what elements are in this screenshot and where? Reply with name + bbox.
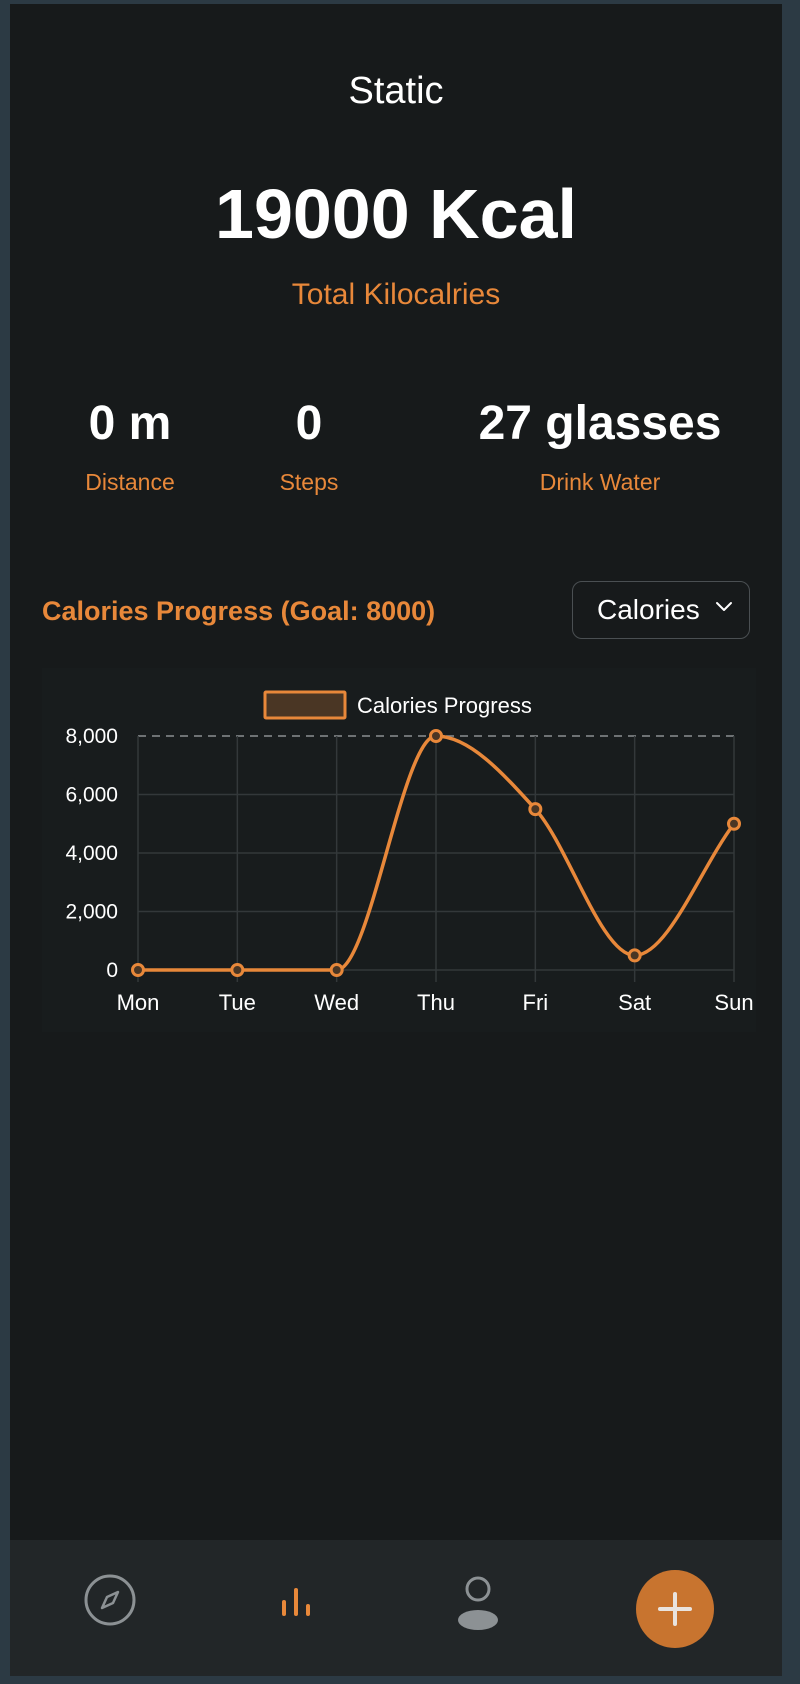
tab-stats[interactable] <box>274 1578 318 1622</box>
chevron-down-icon <box>716 602 732 611</box>
x-tick-label: Sun <box>714 990 753 1015</box>
y-tick-label: 2,000 <box>65 901 118 924</box>
metric-select[interactable]: Calories <box>572 581 750 639</box>
distance-label: Distance <box>85 469 175 495</box>
water-label: Drink Water <box>539 469 661 495</box>
tab-explore[interactable] <box>82 1572 138 1628</box>
data-point <box>329 963 344 977</box>
water-value: 27 glasses <box>478 397 722 450</box>
data-point <box>429 729 443 743</box>
total-kcal-value: 19000 Kcal <box>215 175 577 253</box>
stat-steps: 0 Steps <box>249 396 369 496</box>
bottom-tab-bar <box>10 1540 782 1676</box>
x-tick-label: Sat <box>618 990 651 1015</box>
y-tick-label: 8,000 <box>65 725 118 748</box>
legend-label: Calories Progress <box>357 693 532 718</box>
x-tick-label: Wed <box>314 990 359 1015</box>
add-button[interactable] <box>636 1570 714 1648</box>
y-tick-label: 6,000 <box>65 784 118 807</box>
x-tick-label: Mon <box>117 990 160 1015</box>
data-point <box>627 948 642 963</box>
steps-label: Steps <box>279 469 339 495</box>
x-tick-label: Tue <box>219 990 256 1015</box>
x-tick-label: Fri <box>523 990 549 1015</box>
x-tick-label: Thu <box>417 990 455 1015</box>
stat-water: 27 glasses Drink Water <box>450 396 750 496</box>
y-tick-label: 0 <box>106 959 118 982</box>
stat-distance: 0 m Distance <box>50 396 210 496</box>
data-point <box>131 963 145 977</box>
page-title: Static <box>348 70 444 112</box>
data-point <box>727 816 741 831</box>
data-point <box>528 802 543 817</box>
progress-title: Calories Progress (Goal: 8000) <box>42 596 436 626</box>
bar-chart-icon <box>282 1588 310 1616</box>
tab-profile[interactable] <box>456 1576 500 1632</box>
legend-swatch <box>263 690 347 720</box>
y-tick-label: 4,000 <box>65 842 118 865</box>
chart-svg: Calories Progress 0 2,000 4,000 6,000 8,000 M… <box>65 690 754 1015</box>
distance-value: 0 m <box>88 397 172 450</box>
steps-value: 0 <box>295 397 323 450</box>
compass-icon <box>84 1574 136 1626</box>
data-point <box>230 963 245 977</box>
user-icon <box>458 1576 498 1630</box>
app-screen: Static 19000 Kcal Total Kilocalries 0 m … <box>10 4 782 1676</box>
total-kcal-label: Total Kilocalries <box>291 278 501 311</box>
calories-chart: Calories Progress 0 2,000 4,000 6,000 8,000 M… <box>42 668 756 1032</box>
metric-select-value: Calories <box>597 594 700 625</box>
plus-icon <box>658 1592 692 1626</box>
